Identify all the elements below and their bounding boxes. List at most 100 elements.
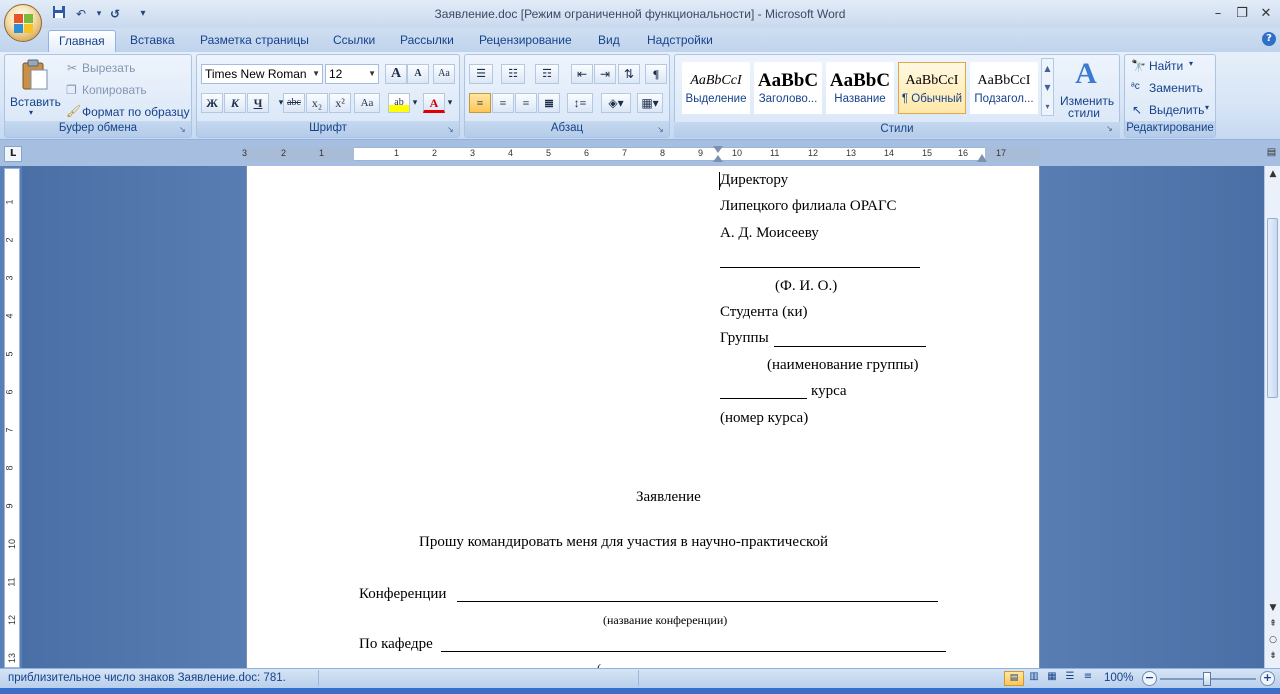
tab-addins[interactable]: Надстройки xyxy=(637,30,723,52)
view-ruler-icon[interactable]: ▤ xyxy=(1265,147,1278,161)
tab-stop-selector[interactable]: L xyxy=(4,146,22,162)
paste-dropdown-icon[interactable]: ▾ xyxy=(29,108,33,117)
line-spacing-icon[interactable]: ↕≡ xyxy=(567,93,593,113)
change-case-button[interactable]: Aa xyxy=(354,93,380,113)
prev-page-icon[interactable]: ⇞ xyxy=(1265,616,1280,632)
style-emphasis[interactable]: AaBbCcI Выделение xyxy=(682,62,750,114)
tab-home[interactable]: Главная xyxy=(48,30,116,52)
paragraph-launcher-icon[interactable]: ↘ xyxy=(657,125,667,135)
tab-page-layout[interactable]: Разметка страницы xyxy=(190,30,319,52)
italic-button[interactable]: К xyxy=(224,93,246,113)
print-layout-view-icon[interactable]: ▤ xyxy=(1004,671,1024,686)
redo-icon[interactable]: ↺ xyxy=(106,5,124,23)
first-line-indent-marker[interactable] xyxy=(713,146,723,153)
font-size-value: 12 xyxy=(329,67,343,81)
style-title[interactable]: AaBbC Название xyxy=(826,62,894,114)
draft-view-icon[interactable]: ≡ xyxy=(1080,671,1096,686)
styles-launcher-icon[interactable]: ↘ xyxy=(1106,124,1113,133)
minimize-button[interactable]: – xyxy=(1206,5,1230,23)
zoom-slider-thumb[interactable] xyxy=(1203,672,1211,686)
clear-format-button[interactable]: Aa xyxy=(433,64,455,84)
find-dropdown-icon[interactable]: ▾ xyxy=(1189,59,1193,68)
maximize-button[interactable]: ❐ xyxy=(1230,5,1254,23)
align-center-icon[interactable]: ≡ xyxy=(492,93,514,113)
status-divider xyxy=(638,670,639,686)
office-button[interactable] xyxy=(4,4,42,42)
shrink-font-button[interactable]: A xyxy=(407,64,429,84)
font-name-combo[interactable]: Times New Roman ▼ xyxy=(201,64,323,84)
right-indent-marker[interactable] xyxy=(977,154,987,162)
align-right-icon[interactable]: ≡ xyxy=(515,93,537,113)
select-dropdown-icon[interactable]: ▾ xyxy=(1205,103,1209,112)
next-page-icon[interactable]: ⇟ xyxy=(1265,648,1280,664)
tab-mailings[interactable]: Рассылки xyxy=(390,30,464,52)
style-heading[interactable]: AaBbC Заголово... xyxy=(754,62,822,114)
highlight-dropdown-icon[interactable]: ▾ xyxy=(410,93,420,113)
multilevel-list-icon[interactable]: ☶ xyxy=(535,64,559,84)
zoom-in-icon[interactable]: + xyxy=(1260,671,1275,686)
copy-button[interactable]: Копировать xyxy=(82,83,147,97)
replace-button[interactable]: Заменить xyxy=(1149,81,1203,95)
doc-conference-line xyxy=(457,601,938,602)
shading-icon[interactable]: ◈▾ xyxy=(601,93,631,113)
help-icon[interactable]: ? xyxy=(1262,32,1276,46)
paste-icon[interactable] xyxy=(19,59,49,91)
style-name: ¶ Обычный xyxy=(901,93,963,105)
ruler-tick-label: 11 xyxy=(770,148,780,158)
vertical-scrollbar[interactable]: ▲ ▼ ⇞ ○ ⇟ xyxy=(1264,166,1280,668)
bullets-icon[interactable]: ☰ xyxy=(469,64,493,84)
paste-button[interactable]: Вставить xyxy=(10,95,61,109)
sort-icon[interactable]: ⇅ xyxy=(618,64,640,84)
tab-insert[interactable]: Вставка xyxy=(120,30,185,52)
highlight-button[interactable]: ab xyxy=(388,93,410,113)
document-page[interactable]: Директору Липецкого филиала ОРАГС А. Д. … xyxy=(246,166,1040,668)
close-button[interactable]: ✕ xyxy=(1254,5,1278,23)
font-color-dropdown-icon[interactable]: ▾ xyxy=(445,93,455,113)
tab-view[interactable]: Вид xyxy=(588,30,630,52)
underline-button[interactable]: Ч xyxy=(247,93,269,113)
styles-scroll[interactable]: ▲ ▼ ▾ xyxy=(1041,58,1054,116)
vruler-tick-label: 7 xyxy=(4,427,15,433)
scroll-down-icon[interactable]: ▼ xyxy=(1265,600,1280,616)
clipboard-launcher-icon[interactable]: ↘ xyxy=(179,125,189,135)
zoom-out-icon[interactable]: − xyxy=(1142,671,1157,686)
tab-review[interactable]: Рецензирование xyxy=(469,30,582,52)
style-subtitle[interactable]: AaBbCcI Подзагол... xyxy=(970,62,1038,114)
ruler-tick-label: 14 xyxy=(884,148,895,158)
subscript-button[interactable]: x₂ xyxy=(306,93,328,113)
scroll-thumb[interactable] xyxy=(1267,218,1278,398)
scroll-up-icon[interactable]: ▲ xyxy=(1265,166,1280,182)
numbering-icon[interactable]: ☷ xyxy=(501,64,525,84)
undo-icon[interactable]: ↶ xyxy=(72,5,90,23)
bold-button[interactable]: Ж xyxy=(201,93,223,113)
grow-font-button[interactable]: A xyxy=(385,64,407,84)
font-size-combo[interactable]: 12 ▼ xyxy=(325,64,379,84)
full-screen-view-icon[interactable]: ▥ xyxy=(1026,671,1042,686)
status-divider xyxy=(318,670,319,686)
save-icon[interactable] xyxy=(50,5,68,23)
strikethrough-button[interactable]: abc xyxy=(283,93,305,113)
browse-object-icon[interactable]: ○ xyxy=(1265,632,1280,648)
style-normal[interactable]: AaBbCcI ¶ Обычный xyxy=(898,62,966,114)
find-button[interactable]: Найти xyxy=(1149,59,1183,73)
font-color-button[interactable]: A xyxy=(423,93,445,113)
show-marks-icon[interactable]: ¶ xyxy=(645,64,667,84)
select-button[interactable]: Выделить xyxy=(1149,103,1204,117)
tab-references[interactable]: Ссылки xyxy=(323,30,385,52)
cut-button[interactable]: Вырезать xyxy=(82,61,135,75)
left-indent-marker[interactable] xyxy=(713,155,723,162)
web-layout-view-icon[interactable]: ▦ xyxy=(1044,671,1060,686)
outline-view-icon[interactable]: ☰ xyxy=(1062,671,1078,686)
align-left-icon[interactable]: ≡ xyxy=(469,93,491,113)
horizontal-ruler[interactable] xyxy=(244,147,1040,161)
vertical-ruler[interactable]: 1 2 3 4 5 6 7 8 9 10 11 12 13 xyxy=(4,168,20,668)
decrease-indent-icon[interactable]: ⇤ xyxy=(571,64,593,84)
justify-icon[interactable]: ≣ xyxy=(538,93,560,113)
font-launcher-icon[interactable]: ↘ xyxy=(447,125,457,135)
increase-indent-icon[interactable]: ⇥ xyxy=(594,64,616,84)
superscript-button[interactable]: x² xyxy=(329,93,351,113)
customize-qat-icon[interactable]: ▾ xyxy=(134,5,152,23)
zoom-level[interactable]: 100% xyxy=(1104,672,1133,684)
borders-icon[interactable]: ▦▾ xyxy=(637,93,663,113)
format-painter-button[interactable]: Формат по образцу xyxy=(82,105,190,119)
